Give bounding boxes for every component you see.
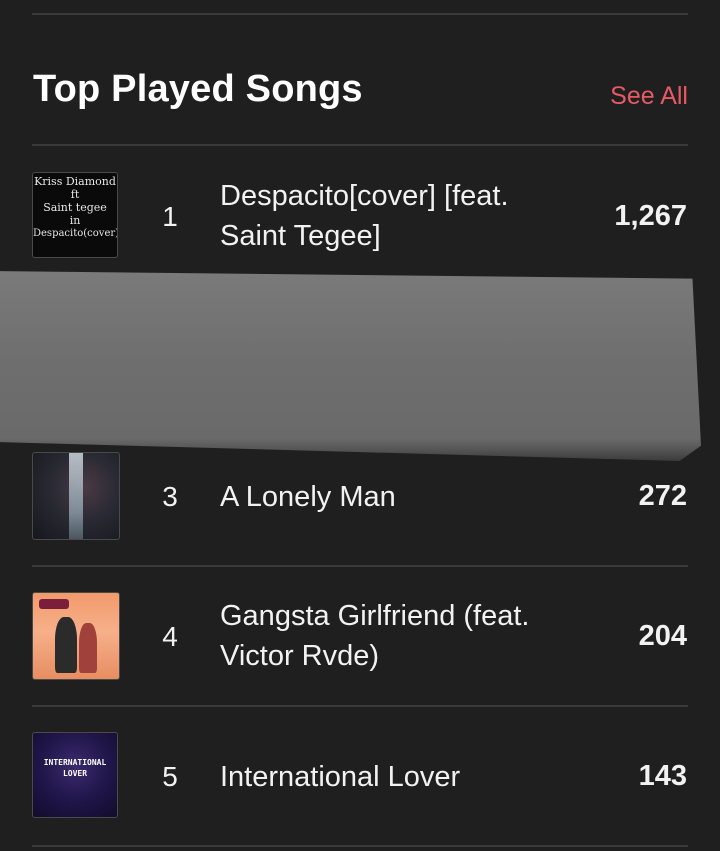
bottom-divider (32, 845, 688, 847)
album-art-figure (79, 623, 97, 673)
album-art-logo (39, 599, 69, 609)
waterfall-graphic (69, 453, 83, 539)
album-art-text: LOVER (62, 769, 88, 778)
song-row-4[interactable]: 4 Gangsta Girlfriend (feat. Victor Rvde)… (0, 566, 720, 706)
occluding-panel (0, 271, 701, 461)
album-art-text: INTERNATIONAL (43, 758, 107, 767)
album-art-text: Despacito(cover) (33, 228, 118, 239)
album-art-text: in (69, 214, 81, 227)
album-art-text: Saint tegee (43, 201, 107, 214)
play-count: 204 (638, 620, 687, 652)
see-all-link[interactable]: See All (610, 82, 688, 111)
song-title-line: Gangsta Girlfriend (feat. (220, 600, 530, 632)
play-count: 1,267 (614, 200, 687, 232)
album-art-text: ft (70, 188, 80, 201)
song-title: A Lonely Man (220, 481, 396, 513)
song-rank: 1 (162, 201, 178, 232)
song-title: International Lover (220, 761, 461, 793)
song-rank: 4 (162, 621, 178, 652)
album-art-text: Kriss Diamond (34, 175, 116, 188)
song-rank: 5 (162, 761, 178, 792)
album-art (32, 452, 120, 540)
song-title-line: Saint Tegee] (220, 220, 381, 252)
song-rank: 3 (162, 481, 178, 512)
song-title-line: Despacito[cover] [feat. (220, 180, 509, 212)
section-title: Top Played Songs (33, 68, 363, 110)
album-art: INTERNATIONAL LOVER (32, 732, 118, 818)
song-row-5[interactable]: INTERNATIONAL LOVER 5 International Love… (0, 706, 720, 846)
play-count: 143 (638, 760, 687, 792)
play-count: 272 (638, 480, 687, 512)
song-title-line: Victor Rvde) (220, 640, 380, 672)
song-row-1[interactable]: Kriss Diamond ft Saint tegee in Despacit… (0, 146, 720, 286)
album-art: Kriss Diamond ft Saint tegee in Despacit… (32, 172, 118, 258)
album-art (32, 592, 120, 680)
song-title: Despacito[cover] [feat. Saint Tegee] (220, 176, 580, 256)
album-art-figure (55, 617, 77, 673)
top-played-songs-screen: Top Played Songs See All Kriss Diamond f… (0, 0, 720, 851)
song-title: Gangsta Girlfriend (feat. Victor Rvde) (220, 596, 580, 676)
top-divider (32, 13, 688, 15)
